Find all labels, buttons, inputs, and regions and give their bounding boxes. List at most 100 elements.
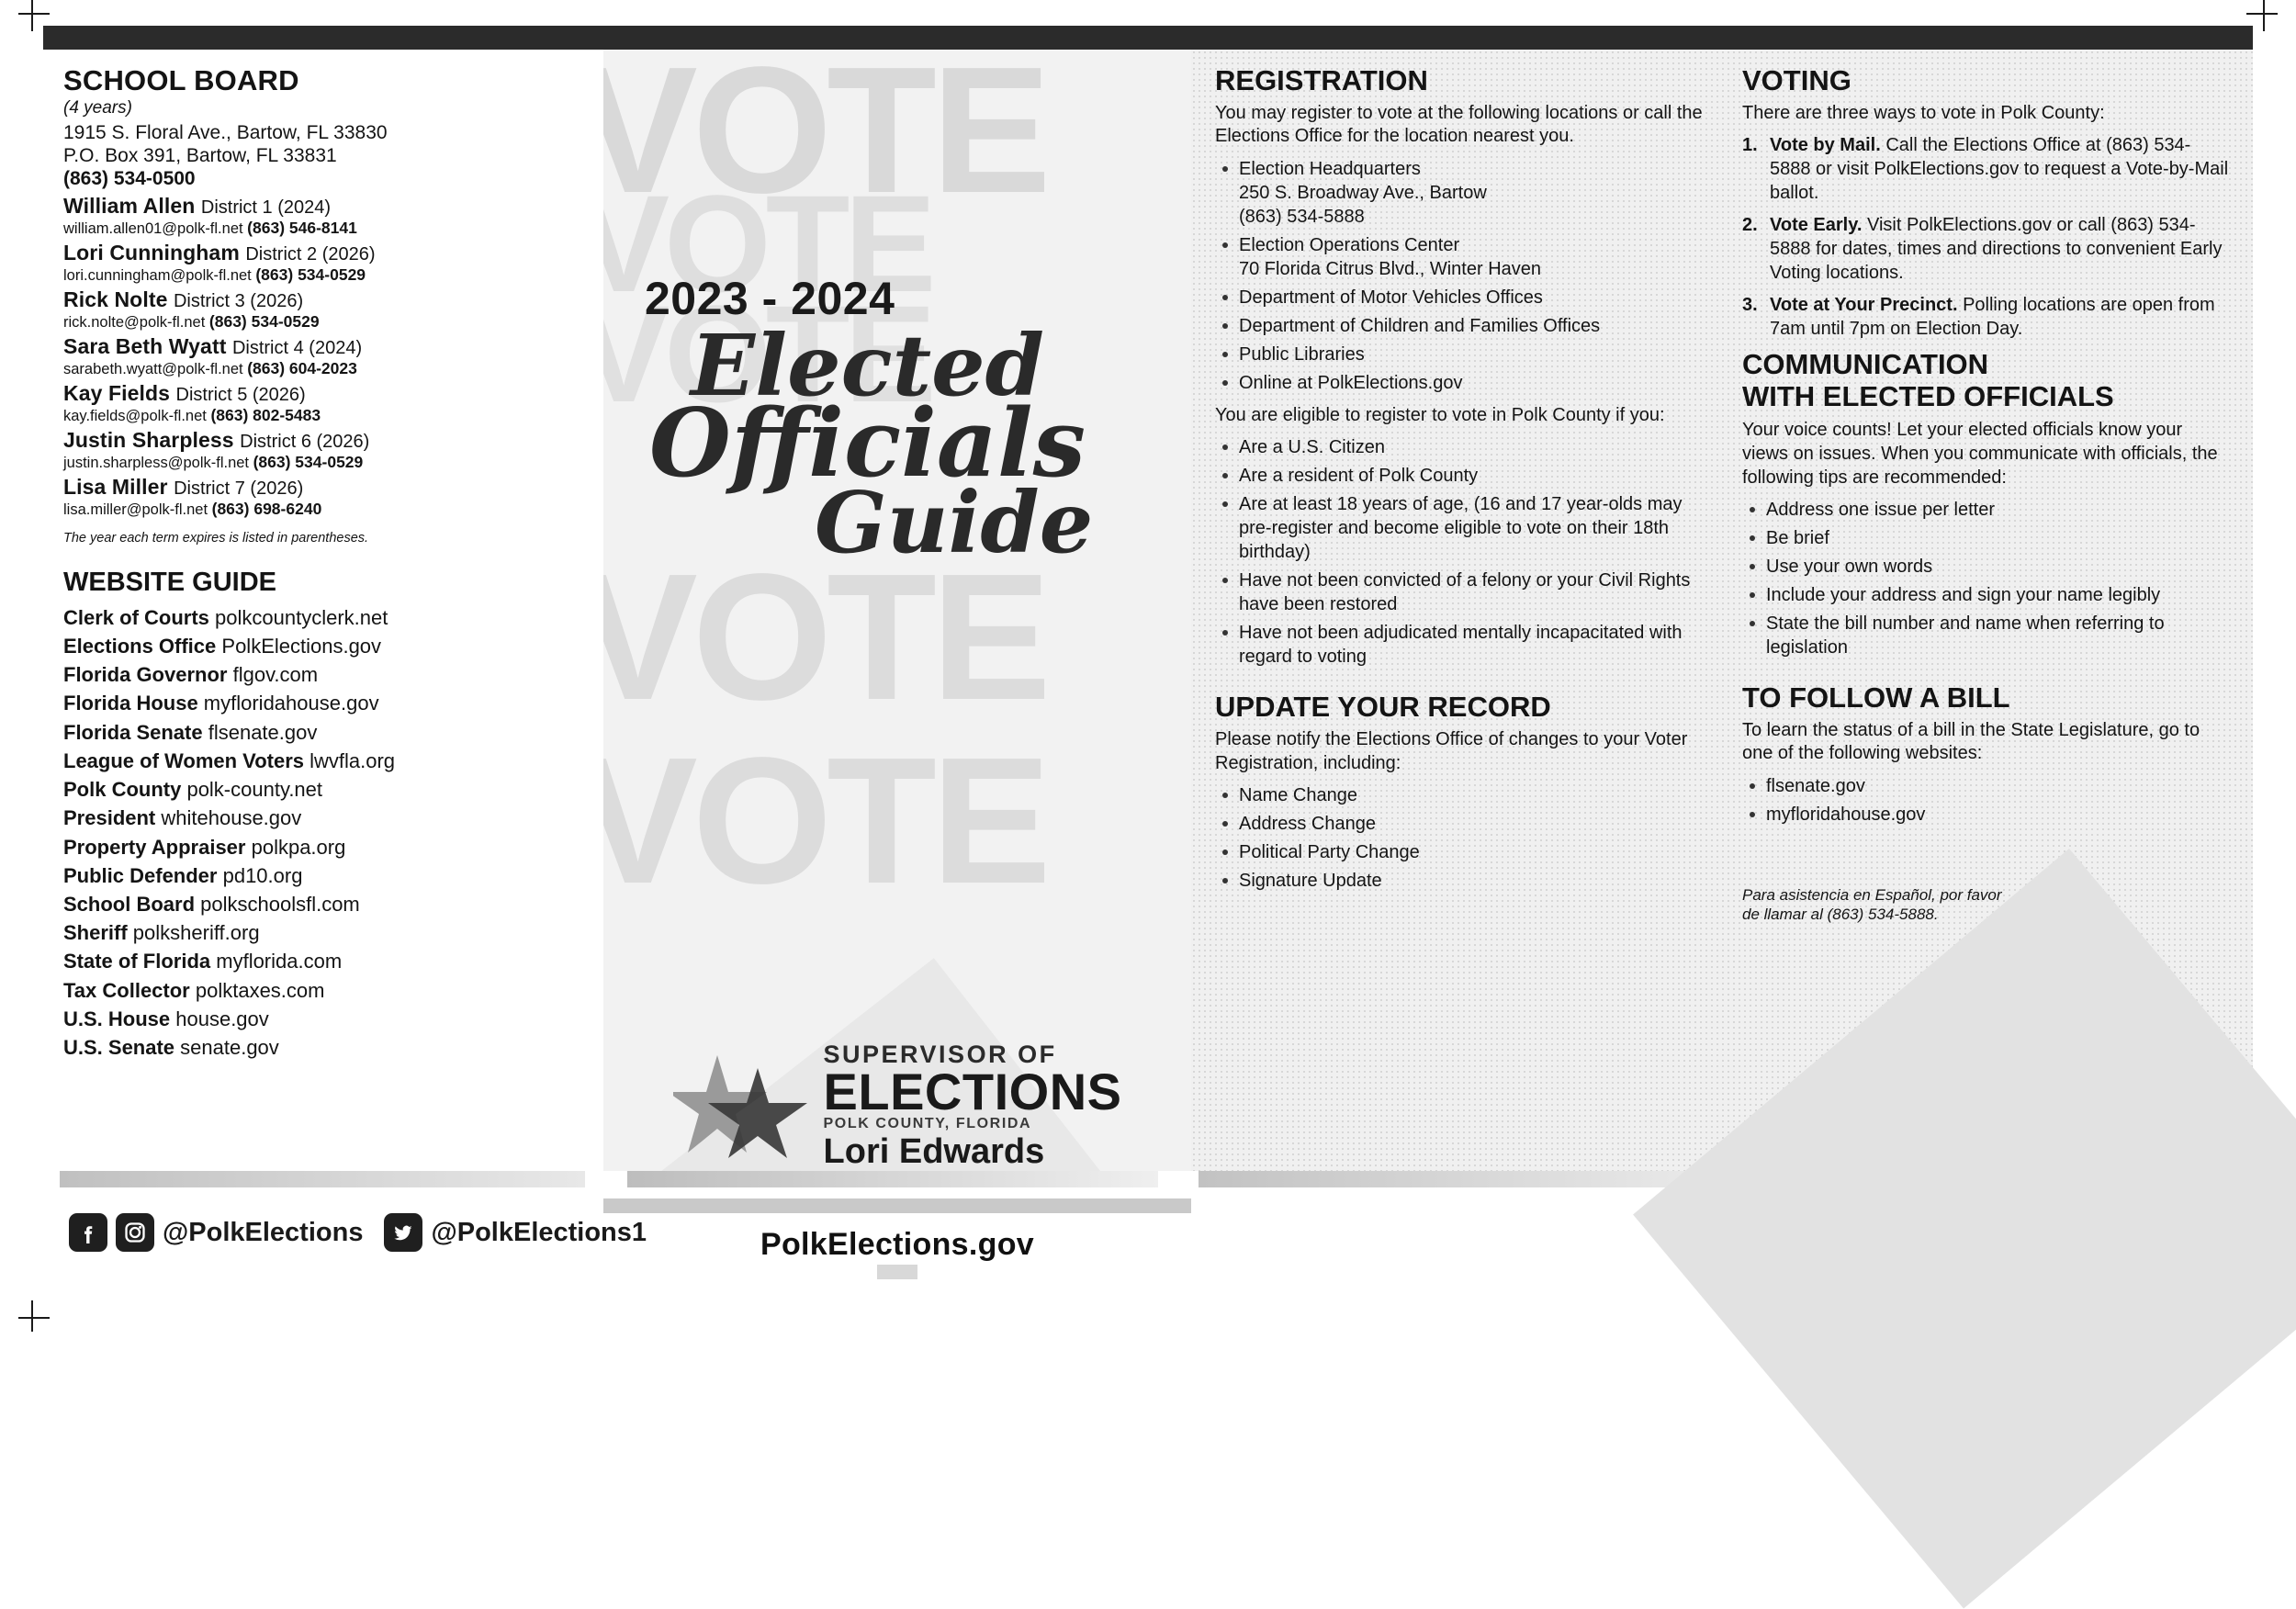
website-guide-entry[interactable]: State of Florida myflorida.com xyxy=(63,947,583,975)
update-record-list: Name Change Address Change Political Party… xyxy=(1215,783,1711,893)
website-guide-heading: WEBSITE GUIDE xyxy=(63,567,277,597)
website-guide-entry[interactable]: League of Women Voters lwvfla.org xyxy=(63,747,583,775)
panel-information: REGISTRATION You may register to vote at… xyxy=(1191,50,2296,1609)
website-guide-entry[interactable]: Clerk of Courts polkcountyclerk.net xyxy=(63,603,583,632)
school-board-member: Sara Beth Wyatt District 4 (2024) xyxy=(63,334,583,359)
eligibility-item: Are a resident of Polk County xyxy=(1222,464,1711,488)
website-guide-label: School Board xyxy=(63,893,201,916)
website-guide-entry[interactable]: U.S. House house.gov xyxy=(63,1005,583,1033)
registration-intro: You may register to vote at the followin… xyxy=(1215,102,1703,147)
website-guide-entry[interactable]: Elections Office PolkElections.gov xyxy=(63,632,583,660)
member-email[interactable]: kay.fields@polk-fl.net xyxy=(63,408,210,424)
website-guide-entry[interactable]: Property Appraiser polkpa.org xyxy=(63,833,583,861)
school-board-heading: SCHOOL BOARD xyxy=(63,64,299,96)
update-record-item: Address Change xyxy=(1222,812,1711,836)
website-guide-url: myflorida.com xyxy=(216,950,343,973)
member-phone: (863) 534-0529 xyxy=(255,264,366,284)
member-phone: (863) 546-8141 xyxy=(247,218,357,237)
website-guide-url: whitehouse.gov xyxy=(161,806,302,830)
member-contact: william.allen01@polk-fl.net (863) 546-81… xyxy=(63,219,583,239)
handle-facebook-instagram[interactable]: @PolkElections xyxy=(163,1218,363,1248)
logo-text-block: SUPERVISOR OF ELECTIONS POLK COUNTY, FLO… xyxy=(823,1041,1122,1171)
location-name: Department of Motor Vehicles Offices xyxy=(1239,287,1543,308)
website-guide-entry[interactable]: Florida House myfloridahouse.gov xyxy=(63,689,583,717)
cover-script-title: Elected Officials Guide xyxy=(603,323,1191,565)
registration-location: Online at PolkElections.gov xyxy=(1222,371,1711,395)
member-district: District 7 (2026) xyxy=(174,478,304,499)
cover-bottom-tab xyxy=(877,1265,917,1279)
location-name: Department of Children and Families Offi… xyxy=(1239,315,1601,336)
registration-location: Election Operations Center 70 Florida Cit… xyxy=(1222,233,1711,281)
registration-location: Department of Motor Vehicles Offices xyxy=(1222,286,1711,309)
twitter-icon[interactable] xyxy=(384,1213,423,1252)
voting-methods-list: Vote by Mail. Call the Elections Office … xyxy=(1742,133,2229,341)
member-phone: (863) 534-0529 xyxy=(208,311,320,331)
voting-method-label: Vote Early. xyxy=(1770,215,1863,236)
crop-mark-top-right-h xyxy=(2246,13,2278,15)
website-guide-entry[interactable]: Sheriff polksheriff.org xyxy=(63,918,583,947)
member-name: Kay Fields xyxy=(63,380,176,405)
website-guide-url: myfloridahouse.gov xyxy=(203,692,379,715)
school-board-member-list: William Allen District 1 (2024) william.a… xyxy=(63,194,583,520)
website-guide-label: Florida Governor xyxy=(63,663,233,687)
member-contact: lori.cunningham@polk-fl.net (863) 534-05… xyxy=(63,265,583,286)
website-guide-entry[interactable]: Tax Collector polktaxes.com xyxy=(63,976,583,1005)
eligibility-item: Have not been convicted of a felony or y… xyxy=(1222,568,1711,616)
crop-mark-top-left-v xyxy=(31,0,33,31)
website-guide-url: polkcountyclerk.net xyxy=(215,605,388,629)
member-email[interactable]: lori.cunningham@polk-fl.net xyxy=(63,267,255,284)
website-guide-entry[interactable]: Florida Governor flgov.com xyxy=(63,660,583,689)
website-guide-label: President xyxy=(63,806,162,830)
location-address: 70 Florida Citrus Blvd., Winter Haven xyxy=(1239,258,1542,279)
member-contact: kay.fields@polk-fl.net (863) 802-5483 xyxy=(63,406,583,426)
voting-method: Vote at Your Precinct. Polling locations… xyxy=(1742,293,2229,341)
website-guide-entry[interactable]: Polk County polk-county.net xyxy=(63,775,583,804)
website-guide-entry[interactable]: School Board polkschoolsfl.com xyxy=(63,890,583,918)
instagram-icon[interactable] xyxy=(116,1213,154,1252)
member-contact: sarabeth.wyatt@polk-fl.net (863) 604-202… xyxy=(63,359,583,379)
website-guide-entry[interactable]: President whitehouse.gov xyxy=(63,804,583,832)
registration-location-list: Election Headquarters 250 S. Broadway Ave… xyxy=(1215,157,1711,395)
voting-method: Vote Early. Visit PolkElections.gov or c… xyxy=(1742,213,2229,285)
registration-eligibility-list: Are a U.S. Citizen Are a resident of Polk… xyxy=(1215,435,1711,669)
cover-title-block: 2023 - 2024 Elected Officials Guide xyxy=(603,50,1191,565)
website-guide-label: Elections Office xyxy=(63,634,222,658)
member-email[interactable]: justin.sharpless@polk-fl.net xyxy=(63,455,253,471)
website-guide-url: polktaxes.com xyxy=(195,978,325,1002)
follow-bill-site: myfloridahouse.gov xyxy=(1750,803,2229,827)
website-guide-entry[interactable]: Public Defender pd10.org xyxy=(63,861,583,890)
elections-logo: SUPERVISOR OF ELECTIONS POLK COUNTY, FLO… xyxy=(603,1041,1191,1171)
footer-bar-left xyxy=(60,1171,585,1187)
school-board-member: Kay Fields District 5 (2026) xyxy=(63,381,583,406)
cover-bottom-bar xyxy=(603,1198,1191,1213)
member-email[interactable]: lisa.miller@polk-fl.net xyxy=(63,501,212,518)
facebook-icon[interactable] xyxy=(69,1213,107,1252)
school-board-member: Lisa Miller District 7 (2026) xyxy=(63,475,583,500)
member-email[interactable]: william.allen01@polk-fl.net xyxy=(63,220,247,237)
member-contact: rick.nolte@polk-fl.net (863) 534-0529 xyxy=(63,312,583,332)
website-guide-entry[interactable]: Florida Senate flsenate.gov xyxy=(63,718,583,747)
member-district: District 1 (2024) xyxy=(200,197,332,218)
member-district: District 5 (2026) xyxy=(175,384,306,405)
communication-tip: Include your address and sign your name … xyxy=(1750,583,2229,607)
crop-mark-top-right-v xyxy=(2263,0,2265,31)
website-guide-url: polkschoolsfl.com xyxy=(200,893,360,916)
location-name: Online at PolkElections.gov xyxy=(1239,372,1463,393)
column-registration: REGISTRATION You may register to vote at… xyxy=(1215,66,1711,1296)
website-guide-entry[interactable]: U.S. Senate senate.gov xyxy=(63,1033,583,1062)
location-name: Election Operations Center xyxy=(1239,234,1460,255)
communication-tip: Address one issue per letter xyxy=(1750,498,2229,522)
logo-supervisor-name: Lori Edwards xyxy=(823,1132,1045,1171)
watermark-word-5: VOTE xyxy=(603,720,1052,921)
school-board-footnote: The year each term expires is listed in … xyxy=(63,530,369,546)
website-guide-label: Florida House xyxy=(63,692,204,715)
member-name: William Allen xyxy=(63,193,201,218)
website-guide-url: pd10.org xyxy=(222,863,303,887)
website-guide-url: lwvfla.org xyxy=(310,748,396,772)
communication-tip: Use your own words xyxy=(1750,555,2229,579)
member-phone: (863) 534-0529 xyxy=(253,452,364,471)
website-guide-url: polksheriff.org xyxy=(132,921,260,945)
member-email[interactable]: rick.nolte@polk-fl.net xyxy=(63,314,209,331)
cover-website: PolkElections.gov xyxy=(760,1227,1034,1262)
member-email[interactable]: sarabeth.wyatt@polk-fl.net xyxy=(63,361,247,377)
